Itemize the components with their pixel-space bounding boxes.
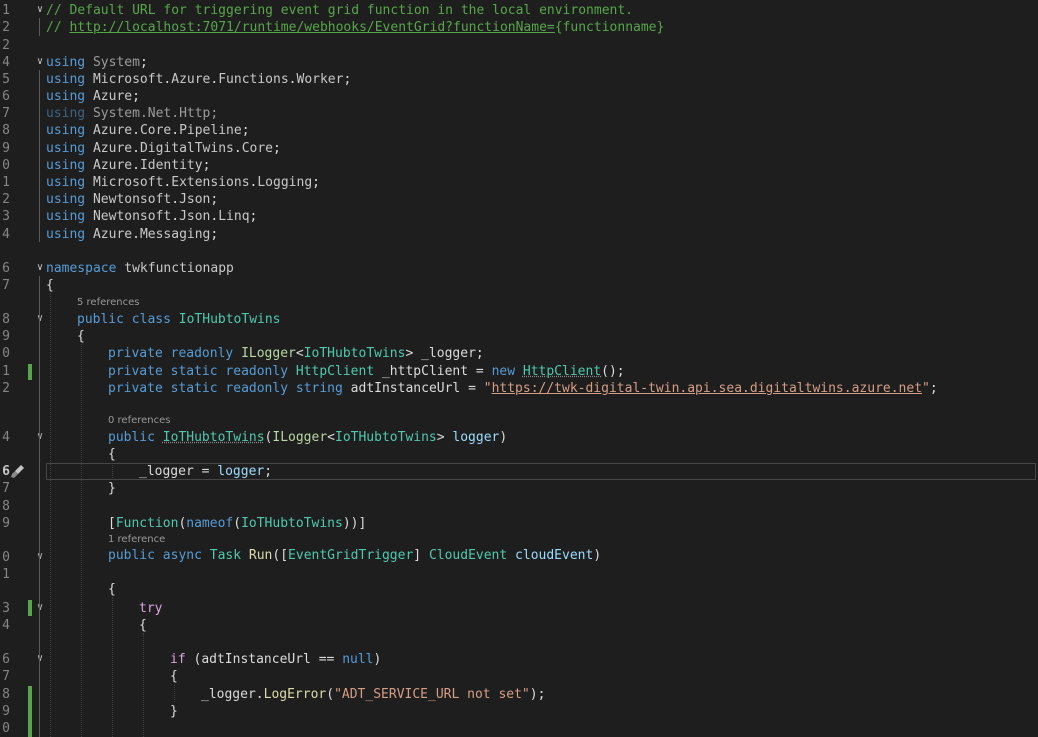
line-number: 2 bbox=[2, 381, 10, 396]
line-number: 7 bbox=[2, 278, 10, 293]
line-number: 0 bbox=[2, 550, 10, 565]
line-number: 0 bbox=[2, 158, 10, 173]
indent-guide bbox=[174, 685, 175, 702]
codelens-references[interactable]: 1 reference bbox=[108, 533, 165, 547]
code-line[interactable]: using Newtonsoft.Json; bbox=[46, 191, 218, 208]
indent-guide bbox=[50, 293, 51, 737]
line-number: 4 bbox=[2, 227, 10, 242]
indent-guide bbox=[112, 597, 113, 737]
line-number: 0 bbox=[2, 346, 10, 361]
line-number: 7 bbox=[2, 106, 10, 121]
code-line[interactable]: _logger.LogError("ADT_SERVICE_URL not se… bbox=[201, 686, 545, 703]
code-line[interactable]: using System.Net.Http; bbox=[46, 105, 218, 122]
line-number: 1 bbox=[2, 3, 10, 18]
fold-chevron-icon[interactable]: ∨ bbox=[34, 551, 46, 563]
code-line[interactable]: public IoTHubtoTwins(ILogger<IoTHubtoTwi… bbox=[108, 429, 507, 446]
line-number: 3 bbox=[2, 601, 10, 616]
line-number: 8 bbox=[2, 123, 10, 138]
code-line[interactable]: { bbox=[139, 617, 147, 634]
code-line[interactable]: using System; bbox=[46, 54, 148, 71]
line-number: 5 bbox=[2, 72, 10, 87]
comment-url-link[interactable]: http://localhost:7071/runtime/webhooks/E… bbox=[69, 20, 554, 35]
code-line[interactable]: using Microsoft.Extensions.Logging; bbox=[46, 174, 320, 191]
code-line[interactable]: { bbox=[108, 581, 116, 598]
line-number-current: 6 bbox=[2, 464, 10, 479]
line-number: 2 bbox=[2, 38, 10, 53]
code-line[interactable]: { bbox=[46, 277, 54, 294]
line-number: 6 bbox=[2, 261, 10, 276]
line-number: 8 bbox=[2, 499, 10, 514]
line-number: 1 bbox=[2, 567, 10, 582]
code-line[interactable]: private static readonly HttpClient _http… bbox=[108, 363, 625, 380]
fold-chevron-icon[interactable]: ∨ bbox=[34, 431, 46, 443]
line-number: 4 bbox=[2, 430, 10, 445]
code-line[interactable]: } bbox=[108, 480, 116, 497]
line-number: 1 bbox=[2, 175, 10, 190]
code-line[interactable]: using Azure; bbox=[46, 88, 140, 105]
fold-chevron-icon[interactable]: ∨ bbox=[34, 4, 46, 16]
line-number: 0 bbox=[2, 721, 10, 736]
code-line[interactable]: { bbox=[77, 328, 85, 345]
code-line[interactable]: { bbox=[108, 446, 116, 463]
fold-chevron-icon[interactable]: ∨ bbox=[34, 262, 46, 274]
fold-chevron-icon[interactable]: ∨ bbox=[34, 653, 46, 665]
line-number: 2 bbox=[2, 192, 10, 207]
code-line[interactable]: public class IoTHubtoTwins bbox=[77, 311, 281, 328]
code-line[interactable]: private static readonly string adtInstan… bbox=[108, 380, 938, 397]
line-number: 1 bbox=[2, 364, 10, 379]
code-line[interactable]: using Azure.Identity; bbox=[46, 157, 210, 174]
code-line[interactable]: if (adtInstanceUrl == null) bbox=[170, 651, 381, 668]
fold-chevron-icon[interactable]: ∨ bbox=[34, 313, 46, 325]
line-number: 9 bbox=[2, 704, 10, 719]
codelens-references[interactable]: 5 references bbox=[77, 296, 140, 310]
line-number: 6 bbox=[2, 89, 10, 104]
indent-guide bbox=[81, 344, 82, 737]
change-marker bbox=[28, 364, 32, 380]
line-number: 9 bbox=[2, 141, 10, 156]
code-line[interactable]: // Default URL for triggering event grid… bbox=[46, 2, 633, 19]
code-line[interactable]: using Azure.Core.Pipeline; bbox=[46, 122, 250, 139]
line-number: 3 bbox=[2, 209, 10, 224]
fold-chevron-icon[interactable]: ∨ bbox=[34, 602, 46, 614]
code-line[interactable]: using Newtonsoft.Json.Linq; bbox=[46, 208, 257, 225]
adt-url-link[interactable]: https://twk-digital-twin.api.sea.digital… bbox=[492, 381, 922, 396]
line-number: 9 bbox=[2, 329, 10, 344]
line-number: 8 bbox=[2, 687, 10, 702]
code-line[interactable]: _logger = logger; bbox=[139, 463, 272, 480]
line-number: 4 bbox=[2, 618, 10, 633]
change-marker bbox=[28, 600, 32, 616]
code-line[interactable]: using Azure.Messaging; bbox=[46, 226, 218, 243]
code-line[interactable]: private readonly ILogger<IoTHubtoTwins> … bbox=[108, 345, 484, 362]
line-number: 7 bbox=[2, 669, 10, 684]
indent-guide bbox=[143, 633, 144, 737]
fold-range-line bbox=[39, 276, 40, 737]
code-line[interactable]: } bbox=[170, 703, 178, 720]
quick-actions-brush-icon[interactable] bbox=[10, 463, 26, 479]
code-line[interactable]: namespace twkfunctionapp bbox=[46, 260, 234, 277]
fold-range-line bbox=[39, 18, 40, 36]
code-line[interactable]: public async Task Run([EventGridTrigger]… bbox=[108, 547, 601, 564]
line-number: 6 bbox=[2, 652, 10, 667]
fold-range-line bbox=[39, 70, 40, 242]
line-number: 9 bbox=[2, 516, 10, 531]
code-line[interactable]: [Function(nameof(IoTHubtoTwins))] bbox=[108, 515, 366, 532]
line-number: 4 bbox=[2, 55, 10, 70]
code-editor[interactable]: 1 2 2 4 5 6 7 8 9 0 1 2 3 4 6 7 8 9 0 1 … bbox=[0, 0, 1038, 737]
line-number: 7 bbox=[2, 481, 10, 496]
line-number: 2 bbox=[2, 20, 10, 35]
code-line[interactable]: using Microsoft.Azure.Functions.Worker; bbox=[46, 71, 351, 88]
code-line[interactable]: { bbox=[170, 668, 178, 685]
line-number: 8 bbox=[2, 312, 10, 327]
change-marker bbox=[28, 686, 32, 737]
code-line[interactable]: using Azure.DigitalTwins.Core; bbox=[46, 140, 281, 157]
codelens-references[interactable]: 0 references bbox=[108, 414, 171, 428]
code-line[interactable]: try bbox=[139, 600, 162, 617]
fold-chevron-icon[interactable]: ∨ bbox=[34, 56, 46, 68]
code-line[interactable]: // http://localhost:7071/runtime/webhook… bbox=[46, 19, 664, 36]
